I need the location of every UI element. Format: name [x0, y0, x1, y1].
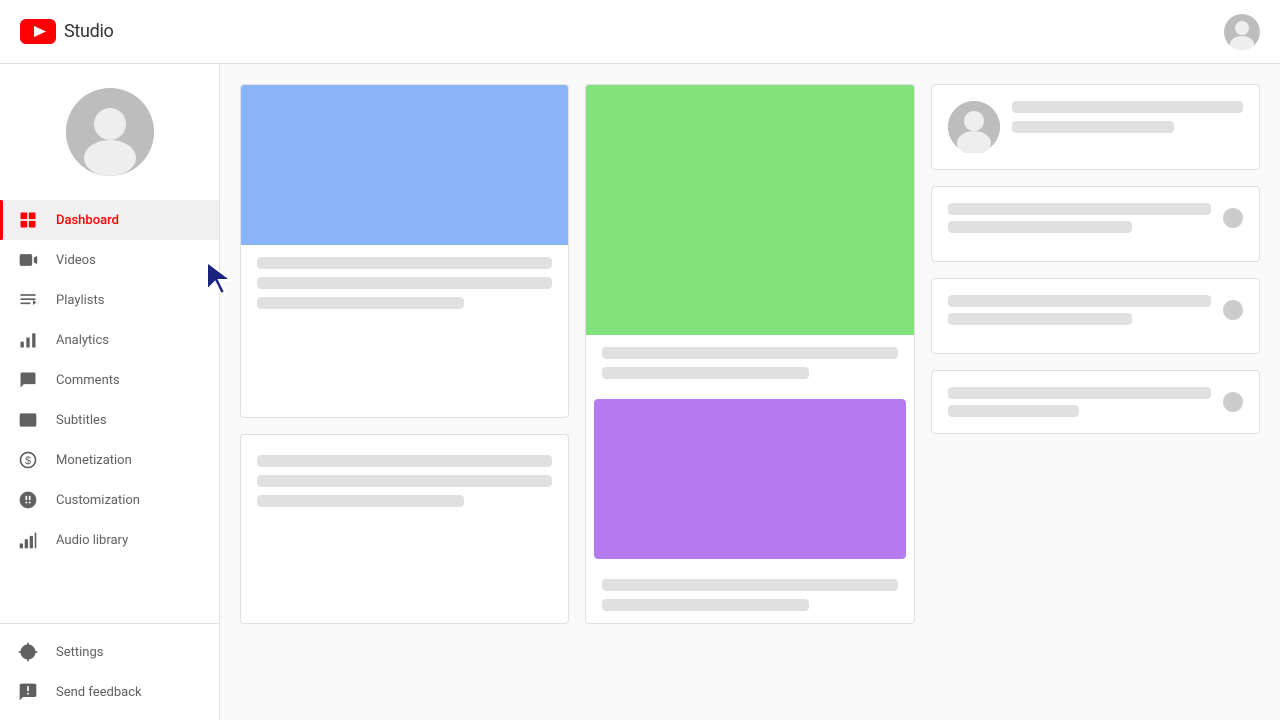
dashboard-icon — [16, 208, 40, 232]
sidebar-item-label-dashboard: Dashboard — [56, 213, 119, 228]
skeleton-dot — [1223, 300, 1243, 320]
card-2-image — [586, 85, 913, 335]
skeleton-row-2 — [948, 295, 1243, 325]
comments-icon — [16, 368, 40, 392]
right-card-top-inner — [948, 101, 1243, 153]
studio-title: Studio — [64, 21, 114, 42]
feedback-icon — [16, 680, 40, 704]
sidebar-item-label-monetization: Monetization — [56, 453, 132, 468]
right-card-top[interactable] — [931, 84, 1260, 170]
sidebar-bottom: Settings Send feedback — [0, 623, 219, 720]
skeleton-line — [257, 495, 464, 507]
right-card-mid-2[interactable] — [931, 278, 1260, 354]
sidebar-item-send-feedback[interactable]: Send feedback — [0, 672, 219, 712]
skeleton-line — [602, 347, 897, 359]
sidebar-item-label-send-feedback: Send feedback — [56, 685, 142, 700]
sidebar-item-label-subtitles: Subtitles — [56, 413, 107, 428]
skeleton-line — [257, 455, 552, 467]
skeleton-text-group — [948, 387, 1211, 417]
content-card-3[interactable] — [240, 434, 569, 624]
videos-icon — [16, 248, 40, 272]
skeleton-line — [948, 313, 1132, 325]
skeleton-line — [257, 277, 552, 289]
sidebar-item-label-audio-library: Audio library — [56, 533, 128, 548]
content-area — [220, 64, 1280, 720]
sidebar-item-monetization[interactable]: $ Monetization — [0, 440, 219, 480]
skeleton-line — [1012, 121, 1174, 133]
skeleton-line — [948, 295, 1211, 307]
content-card-1[interactable] — [240, 84, 569, 418]
right-card-avatar — [948, 101, 1000, 153]
skeleton-row-1 — [948, 203, 1243, 233]
skeleton-line — [602, 579, 897, 591]
skeleton-text-group — [948, 203, 1211, 233]
sidebar-item-subtitles[interactable]: Subtitles — [0, 400, 219, 440]
monetization-icon: $ — [16, 448, 40, 472]
sidebar-avatar[interactable] — [66, 88, 154, 176]
sidebar-item-comments[interactable]: Comments — [0, 360, 219, 400]
sidebar-item-label-comments: Comments — [56, 373, 120, 388]
right-column — [931, 84, 1260, 624]
skeleton-row-3 — [948, 387, 1243, 417]
sidebar-item-settings[interactable]: Settings — [0, 632, 219, 672]
card-3-text — [241, 435, 568, 527]
card-2-sub-text — [586, 567, 913, 623]
sidebar-item-label-videos: Videos — [56, 253, 96, 268]
skeleton-line — [948, 387, 1211, 399]
sidebar: Dashboard Videos Playlists — [0, 64, 220, 720]
skeleton-text-group — [948, 295, 1211, 325]
main-layout: Dashboard Videos Playlists — [0, 64, 1280, 720]
skeleton-dot — [1223, 208, 1243, 228]
header: Studio — [0, 0, 1280, 64]
sidebar-item-label-analytics: Analytics — [56, 333, 109, 348]
skeleton-line — [948, 221, 1132, 233]
sidebar-item-label-playlists: Playlists — [56, 293, 104, 308]
right-card-text-lines — [1012, 101, 1243, 133]
sidebar-item-audio-library[interactable]: Audio library — [0, 520, 219, 560]
sidebar-item-analytics[interactable]: Analytics — [0, 320, 219, 360]
subtitles-icon — [16, 408, 40, 432]
skeleton-line — [257, 297, 464, 309]
sidebar-item-customization[interactable]: Customization — [0, 480, 219, 520]
sidebar-item-playlists[interactable]: Playlists — [0, 280, 219, 320]
sidebar-item-label-settings: Settings — [56, 645, 103, 660]
card-1-text — [241, 245, 568, 321]
skeleton-line — [257, 475, 552, 487]
skeleton-line — [948, 405, 1080, 417]
header-left: Studio — [20, 19, 114, 44]
skeleton-line — [1012, 101, 1243, 113]
skeleton-line — [948, 203, 1211, 215]
content-card-2[interactable] — [585, 84, 914, 624]
settings-icon — [16, 640, 40, 664]
playlists-icon — [16, 288, 40, 312]
header-user-avatar[interactable] — [1224, 14, 1260, 50]
skeleton-line — [602, 599, 809, 611]
skeleton-line — [602, 367, 809, 379]
right-card-mid-1[interactable] — [931, 186, 1260, 262]
youtube-logo-icon[interactable] — [20, 19, 56, 44]
sidebar-item-label-customization: Customization — [56, 493, 140, 508]
card-2-text — [586, 335, 913, 391]
skeleton-dot — [1223, 392, 1243, 412]
right-card-bot[interactable] — [931, 370, 1260, 434]
sidebar-item-dashboard[interactable]: Dashboard — [0, 200, 219, 240]
card-1-image — [241, 85, 568, 245]
card-2-sub-image — [594, 399, 905, 559]
audio-library-icon — [16, 528, 40, 552]
sidebar-nav: Dashboard Videos Playlists — [0, 192, 219, 623]
svg-text:$: $ — [25, 455, 31, 467]
skeleton-line — [257, 257, 552, 269]
sidebar-avatar-section — [0, 64, 219, 192]
analytics-icon — [16, 328, 40, 352]
sidebar-item-videos[interactable]: Videos — [0, 240, 219, 280]
customization-icon — [16, 488, 40, 512]
